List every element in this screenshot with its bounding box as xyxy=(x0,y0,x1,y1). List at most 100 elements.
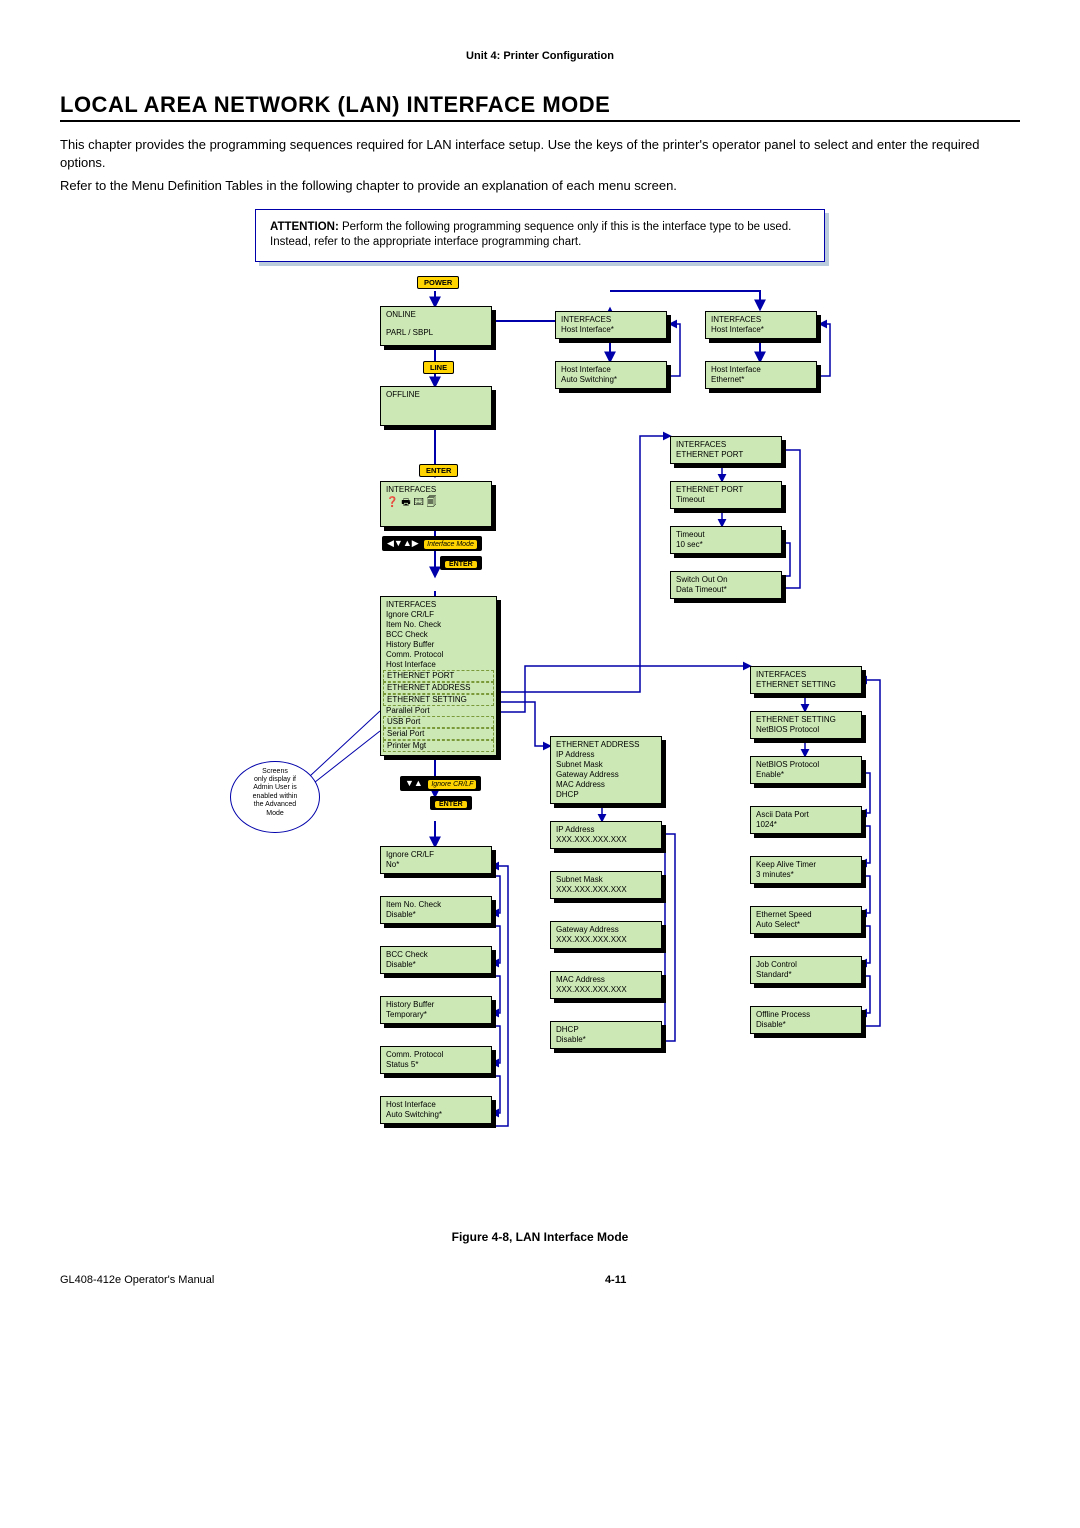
c2a-hi-l1: Host Interface xyxy=(561,365,661,375)
n-comm-l2: Status 5* xyxy=(386,1060,486,1070)
op-l1: Offline Process xyxy=(756,1010,856,1020)
c3a-hi-l2: Ethernet* xyxy=(711,375,811,385)
li-printer-mgt: Printer Mgt xyxy=(383,740,494,752)
enter-small-1: ENTER xyxy=(445,561,477,568)
ept-l2: Timeout xyxy=(676,495,776,505)
dhcp-l2: Disable* xyxy=(556,1035,656,1045)
node-bcc-setting: BCC Check Disable* xyxy=(380,946,492,974)
node-offline-proc: Offline Process Disable* xyxy=(750,1006,862,1034)
esn-l1: ETHERNET SETTING xyxy=(756,715,856,725)
unit-header: Unit 4: Printer Configuration xyxy=(60,50,1020,62)
nb-l2: Enable* xyxy=(756,770,856,780)
li-ethernet-port: ETHERNET PORT xyxy=(383,670,494,682)
li-history-buffer: History Buffer xyxy=(386,640,491,650)
text-parl-sbpl: PARL / SBPL xyxy=(386,328,486,338)
n-hist-l2: Temporary* xyxy=(386,1010,486,1020)
gw-l1: Gateway Address xyxy=(556,925,656,935)
node-ip: IP Address XXX.XXX.XXX.XXX xyxy=(550,821,662,849)
n-item-l1: Item No. Check xyxy=(386,900,486,910)
callout-l4: enabled within xyxy=(235,793,315,801)
node-dhcp: DHCP Disable* xyxy=(550,1021,662,1049)
n-bcc-l1: BCC Check xyxy=(386,950,486,960)
node-switchout: Switch Out On Data Timeout* xyxy=(670,571,782,599)
ignore-crlf-label: Ignore CR/LF xyxy=(428,780,476,789)
ea-i1: Subnet Mask xyxy=(556,760,656,770)
node-jobcontrol: Job Control Standard* xyxy=(750,956,862,984)
line-button: LINE xyxy=(423,361,454,374)
callout-l2: only display if xyxy=(235,776,315,784)
n-item-l2: Disable* xyxy=(386,910,486,920)
c3a-if-l2: Host Interface* xyxy=(711,325,811,335)
nb-l1: NetBIOS Protocol xyxy=(756,760,856,770)
node-ascii-port: Ascii Data Port 1024* xyxy=(750,806,862,834)
callout-l3: Admin User is xyxy=(235,784,315,792)
dhcp-l1: DHCP xyxy=(556,1025,656,1035)
es-l1: INTERFACES xyxy=(756,670,856,680)
c2a-hi-l2: Auto Switching* xyxy=(561,375,661,385)
c3a-if-l1: INTERFACES xyxy=(711,315,811,325)
adp-l2: 1024* xyxy=(756,820,856,830)
node-interfaces-list: INTERFACES Ignore CR/LF Item No. Check B… xyxy=(380,596,497,756)
li-item-no-check: Item No. Check xyxy=(386,620,491,630)
footer-left: GL408-412e Operator's Manual xyxy=(60,1274,214,1286)
li-host-interface: Host Interface xyxy=(386,660,491,670)
callout-admin-note: Screens only display if Admin User is en… xyxy=(230,761,320,833)
flowchart-connectors xyxy=(180,276,900,1216)
c3a-hi-l1: Host Interface xyxy=(711,365,811,375)
mac-l2: XXX.XXX.XXX.XXX xyxy=(556,985,656,995)
mac-l1: MAC Address xyxy=(556,975,656,985)
node-gateway: Gateway Address XXX.XXX.XXX.XXX xyxy=(550,921,662,949)
nav-arrows-2: ▼▲ Ignore CR/LF xyxy=(400,776,481,791)
node-netbios: NetBIOS Protocol Enable* xyxy=(750,756,862,784)
node-c2a-host: Host Interface Auto Switching* xyxy=(555,361,667,389)
node-mac: MAC Address XXX.XXX.XXX.XXX xyxy=(550,971,662,999)
text-interfaces: INTERFACES xyxy=(386,485,486,495)
node-item-setting: Item No. Check Disable* xyxy=(380,896,492,924)
node-keepalive: Keep Alive Timer 3 minutes* xyxy=(750,856,862,884)
node-ep-timeout: ETHERNET PORT Timeout xyxy=(670,481,782,509)
ea-i0: IP Address xyxy=(556,750,656,760)
node-host-setting: Host Interface Auto Switching* xyxy=(380,1096,492,1124)
kat-l2: 3 minutes* xyxy=(756,870,856,880)
nav-arrows-1: ◀▼▲▶ Interface Mode xyxy=(382,536,482,551)
attention-label: ATTENTION: xyxy=(270,221,339,233)
to-l2: 10 sec* xyxy=(676,540,776,550)
callout-l5: the Advanced xyxy=(235,801,315,809)
n-host-l2: Auto Switching* xyxy=(386,1110,486,1120)
node-interfaces-icons: INTERFACES ❓ 🖶 ⌨ 🗐 xyxy=(380,481,492,527)
n-host-l1: Host Interface xyxy=(386,1100,486,1110)
to-l1: Timeout xyxy=(676,530,776,540)
node-hist-setting: History Buffer Temporary* xyxy=(380,996,492,1024)
flowchart-diagram: POWER ONLINE PARL / SBPL LINE OFFLINE EN… xyxy=(180,276,900,1216)
spd-l2: Auto Select* xyxy=(756,920,856,930)
li-parallel-port: Parallel Port xyxy=(386,706,491,716)
ip-l2: XXX.XXX.XXX.XXX xyxy=(556,835,656,845)
node-c3a-interfaces: INTERFACES Host Interface* xyxy=(705,311,817,339)
li-bcc-check: BCC Check xyxy=(386,630,491,640)
attention-text: Perform the following programming sequen… xyxy=(270,221,791,249)
n-ignore-l2: No* xyxy=(386,860,486,870)
c2a-if-l2: Host Interface* xyxy=(561,325,661,335)
interface-icons-row: ❓ 🖶 ⌨ 🗐 xyxy=(386,497,486,510)
node-es-head: INTERFACES ETHERNET SETTING xyxy=(750,666,862,694)
power-button: POWER xyxy=(417,276,459,289)
spd-l1: Ethernet Speed xyxy=(756,910,856,920)
sm-l1: Subnet Mask xyxy=(556,875,656,885)
node-c2a-interfaces: INTERFACES Host Interface* xyxy=(555,311,667,339)
nav-enter-1: ENTER xyxy=(440,556,482,570)
text-online: ONLINE xyxy=(386,310,486,320)
li-usb-port: USB Port xyxy=(383,716,494,728)
sm-l2: XXX.XXX.XXX.XXX xyxy=(556,885,656,895)
node-timeout: Timeout 10 sec* xyxy=(670,526,782,554)
body-paragraph-2: Refer to the Menu Definition Tables in t… xyxy=(60,177,1020,195)
node-c3a-host: Host Interface Ethernet* xyxy=(705,361,817,389)
page-title: LOCAL AREA NETWORK (LAN) INTERFACE MODE xyxy=(60,92,1020,118)
node-es-netbios: ETHERNET SETTING NetBIOS Protocol xyxy=(750,711,862,739)
node-ea-head: ETHERNET ADDRESS IP Address Subnet Mask … xyxy=(550,736,662,804)
li-ignore-crlf: Ignore CR/LF xyxy=(386,610,491,620)
so-l2: Data Timeout* xyxy=(676,585,776,595)
n-ignore-l1: Ignore CR/LF xyxy=(386,850,486,860)
node-ep-head: INTERFACES ETHERNET PORT xyxy=(670,436,782,464)
op-l2: Disable* xyxy=(756,1020,856,1030)
callout-l6: Mode xyxy=(235,810,315,818)
